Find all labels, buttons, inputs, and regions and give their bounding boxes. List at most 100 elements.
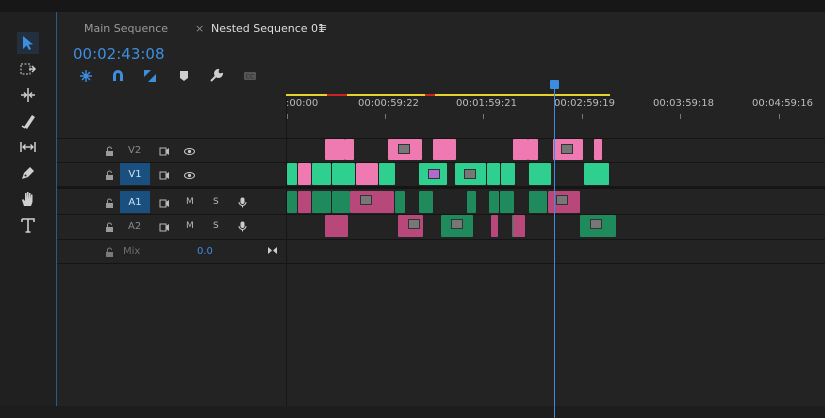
video-clip[interactable] [419,163,447,185]
audio-clip[interactable] [332,191,350,213]
track-separator[interactable] [57,186,825,189]
track-select-icon[interactable] [17,58,39,80]
lock-icon[interactable] [103,197,115,209]
type-icon[interactable] [17,214,39,236]
sync-lock-icon[interactable] [158,197,170,209]
magnet-icon[interactable] [110,68,126,84]
lock-icon[interactable] [103,145,115,157]
microphone-icon[interactable] [236,220,248,232]
video-clip[interactable] [298,163,311,185]
video-clip[interactable] [356,163,378,185]
video-clip[interactable] [332,163,355,185]
ripple-edit-icon[interactable] [17,84,39,106]
ruler-label: :00:00 [286,98,319,109]
video-clip[interactable] [528,139,538,160]
video-clip[interactable] [433,139,456,160]
lock-icon[interactable] [103,246,115,258]
captions-icon[interactable]: CC [242,68,258,84]
time-ruler[interactable]: :00:00 00:00:59:22 00:01:59:21 00:02:59:… [286,52,825,119]
sync-lock-icon[interactable] [158,169,170,181]
video-clip[interactable] [501,163,515,185]
hand-icon[interactable] [17,188,39,210]
sync-lock-icon[interactable] [158,145,170,157]
audio-clip[interactable] [529,191,547,213]
pen-icon[interactable] [17,162,39,184]
audio-clip[interactable] [325,215,348,237]
audio-clip[interactable] [500,191,514,213]
marker-icon[interactable] [176,68,192,84]
video-clip[interactable] [487,163,500,185]
track-header-a2: A2 M S [57,215,286,238]
audio-clip[interactable] [312,191,331,213]
video-clip[interactable] [529,163,551,185]
video-clip[interactable] [594,139,602,160]
tab-close-icon[interactable]: × [195,22,204,35]
audio-clip[interactable] [441,215,473,237]
solo-button[interactable]: S [213,221,219,231]
timeline-panel: Main Sequence × Nested Sequence 01 ≡ 00:… [57,12,825,418]
lock-icon[interactable] [103,221,115,233]
audio-clip[interactable] [548,191,580,213]
video-clip[interactable] [388,139,422,160]
video-clip[interactable] [584,163,609,185]
linked-selection-icon[interactable] [142,68,158,84]
video-clip[interactable] [379,163,395,185]
video-clip[interactable] [312,163,331,185]
slip-icon[interactable] [17,136,39,158]
audio-clip[interactable] [298,191,311,213]
mix-value[interactable]: 0.0 [197,246,213,257]
render-bar-red [327,94,347,96]
tab-menu-icon[interactable]: ≡ [318,21,327,34]
eye-icon[interactable] [183,145,195,157]
video-clip[interactable] [287,163,297,185]
playhead-timecode[interactable]: 00:02:43:08 [73,45,165,63]
ruler-label: 00:01:59:21 [456,98,518,109]
video-clip[interactable] [345,139,354,160]
mute-button[interactable]: M [186,197,194,207]
selection-tool-icon[interactable] [17,32,39,54]
solo-button[interactable]: S [213,197,219,207]
eye-icon[interactable] [183,169,195,181]
svg-text:CC: CC [246,74,254,81]
track-header-a1: A1 M S [57,191,286,214]
tab-main-sequence[interactable]: Main Sequence [84,22,168,35]
track-target-a1[interactable]: A1 [120,191,150,213]
ruler-label: 00:04:59:16 [752,98,814,109]
snap-icon[interactable] [78,68,94,84]
wrench-icon[interactable] [208,68,224,84]
audio-clip[interactable] [489,191,499,213]
track-label: V2 [128,145,142,156]
audio-clip[interactable] [395,191,405,213]
audio-clip[interactable] [580,215,616,237]
sync-lock-icon[interactable] [158,221,170,233]
audio-clip[interactable] [350,191,394,213]
track-header-v1: V1 [57,163,286,186]
playhead-handle[interactable] [550,80,559,89]
track-label: A2 [128,221,142,232]
audio-clip[interactable] [398,215,423,237]
ruler-label: 00:00:59:22 [358,98,420,109]
video-clip[interactable] [553,139,583,160]
ruler-label: 00:02:59:19 [554,98,616,109]
audio-clip[interactable] [419,191,433,213]
track-target-v1[interactable]: V1 [120,163,150,185]
top-strip [0,0,825,12]
ruler-label: 00:03:59:18 [653,98,715,109]
track-header-v2: V2 [57,139,286,162]
audio-clip[interactable] [513,215,525,237]
mute-button[interactable]: M [186,221,194,231]
audio-clip[interactable] [467,191,476,213]
lock-icon[interactable] [103,169,115,181]
mix-label: Mix [123,246,141,257]
playhead-line[interactable] [554,82,555,418]
razor-icon[interactable] [17,110,39,132]
tab-label: Nested Sequence 01 [211,22,326,35]
audio-clip[interactable] [287,191,297,213]
video-clip[interactable] [455,163,486,185]
video-clip[interactable] [325,139,345,160]
microphone-icon[interactable] [236,196,248,208]
mix-collapse-icon[interactable] [266,244,278,256]
video-clip[interactable] [513,139,528,160]
tools-panel [0,12,57,406]
audio-clip[interactable] [491,215,498,237]
